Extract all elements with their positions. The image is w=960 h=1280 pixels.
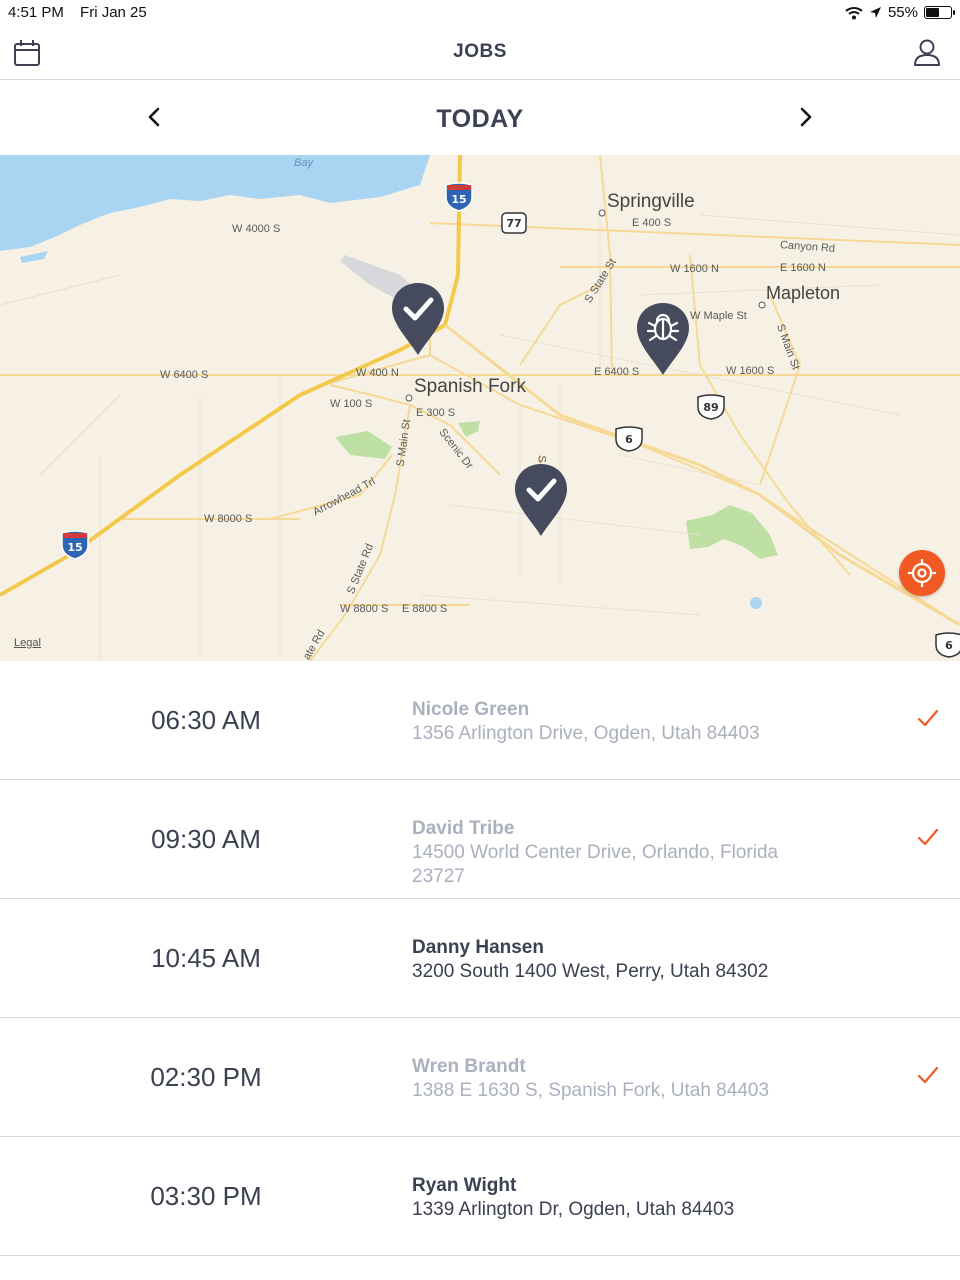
job-customer-name: David Tribe xyxy=(412,818,515,839)
job-customer-name: Danny Hansen xyxy=(412,937,544,958)
map-label: Bay xyxy=(294,157,313,169)
job-address: 1339 Arlington Dr, Ogden, Utah 84403 xyxy=(412,1199,735,1220)
user-icon[interactable] xyxy=(912,38,942,68)
completed-check-icon xyxy=(917,828,939,846)
map-label: E 300 S xyxy=(416,407,456,419)
status-bar: 4:51 PM Fri Jan 25 55% xyxy=(0,0,960,26)
wifi-icon xyxy=(845,6,863,19)
job-customer-name: Nicole Green xyxy=(412,699,530,720)
map-label: E 8800 S xyxy=(402,603,448,615)
job-address: 1388 E 1630 S, Spanish Fork, Utah 84403 xyxy=(412,1080,770,1101)
job-address: 1356 Arlington Drive, Ogden, Utah 84403 xyxy=(412,723,760,744)
job-row[interactable]: 03:30 PM Ryan Wight 1339 Arlington Dr, O… xyxy=(0,1137,960,1256)
map-lake-islet xyxy=(20,251,48,263)
map-view[interactable]: Bay W 4000 S E 400 S Canyon Rd W 1600 N … xyxy=(0,155,960,661)
map-pin-completed[interactable] xyxy=(390,281,446,357)
status-time: 4:51 PM xyxy=(8,4,64,21)
map-label: W 8000 S xyxy=(204,513,253,525)
job-time: 03:30 PM xyxy=(150,1181,262,1211)
locate-button[interactable] xyxy=(899,550,945,596)
map-pond xyxy=(750,597,762,609)
map-label: E 6400 S xyxy=(594,366,640,378)
chevron-right-icon[interactable] xyxy=(792,104,818,130)
map-label: E 400 S xyxy=(632,217,672,229)
map-park xyxy=(458,421,480,437)
job-row[interactable]: 06:30 AM Nicole Green 1356 Arlington Dri… xyxy=(0,661,960,780)
battery-percent: 55% xyxy=(887,4,918,21)
completed-check-icon xyxy=(917,1066,939,1084)
map-pin-pest[interactable] xyxy=(635,301,691,377)
status-left: 4:51 PM Fri Jan 25 xyxy=(8,4,147,21)
job-time: 02:30 PM xyxy=(150,1062,262,1092)
job-time: 06:30 AM xyxy=(151,705,261,735)
map-park xyxy=(335,431,392,459)
job-info: Ryan Wight 1339 Arlington Dr, Ogden, Uta… xyxy=(412,1174,832,1222)
job-info: David Tribe 14500 World Center Drive, Or… xyxy=(412,817,832,889)
job-row[interactable]: 09:30 AM David Tribe 14500 World Center … xyxy=(0,780,960,899)
map-label: W 4000 S xyxy=(232,223,281,235)
job-info: Wren Brandt 1388 E 1630 S, Spanish Fork,… xyxy=(412,1055,832,1103)
map-city-label: Springville xyxy=(607,191,695,212)
map-city-label: Spanish Fork xyxy=(414,376,526,397)
map-label: W 6400 S xyxy=(160,369,209,381)
map-background[interactable] xyxy=(0,155,960,661)
map-legal-link[interactable]: Legal xyxy=(14,637,41,649)
date-header: TODAY xyxy=(0,81,960,155)
job-time: 09:30 AM xyxy=(151,824,261,854)
battery-fill xyxy=(926,8,939,17)
map-label: W 100 S xyxy=(330,398,373,410)
status-date: Fri Jan 25 xyxy=(80,4,147,21)
map-lake xyxy=(0,155,430,251)
completed-check-icon xyxy=(917,709,939,727)
map-city-label: Mapleton xyxy=(766,283,841,303)
map-pin-completed[interactable] xyxy=(513,462,569,538)
nav-bar: JOBS xyxy=(0,26,960,80)
job-info: Danny Hansen 3200 South 1400 West, Perry… xyxy=(412,936,832,984)
location-arrow-icon xyxy=(869,7,881,18)
status-right: 55% xyxy=(845,4,955,21)
job-info: Nicole Green 1356 Arlington Drive, Ogden… xyxy=(412,698,832,746)
job-row[interactable]: 02:30 PM Wren Brandt 1388 E 1630 S, Span… xyxy=(0,1018,960,1137)
job-customer-name: Ryan Wight xyxy=(412,1175,517,1196)
map-label: W 8800 S xyxy=(340,603,389,615)
map-label: W 400 N xyxy=(356,367,399,379)
job-address: 14500 World Center Drive, Orlando, Flori… xyxy=(412,842,779,887)
job-time: 10:45 AM xyxy=(151,943,261,973)
jobs-list: 06:30 AM Nicole Green 1356 Arlington Dri… xyxy=(0,661,960,1256)
job-customer-name: Wren Brandt xyxy=(412,1056,526,1077)
map-label: W Maple St xyxy=(690,310,747,322)
page-title: JOBS xyxy=(453,41,507,62)
map-park xyxy=(686,505,778,559)
job-row[interactable]: 10:45 AM Danny Hansen 3200 South 1400 We… xyxy=(0,899,960,1018)
map-label: W 1600 S xyxy=(726,365,775,377)
crosshair-icon xyxy=(908,559,936,587)
map-label: E 1600 N xyxy=(780,262,826,274)
job-address: 3200 South 1400 West, Perry, Utah 84302 xyxy=(412,961,769,982)
map-label: W 1600 N xyxy=(670,263,719,275)
battery-icon xyxy=(924,6,955,19)
